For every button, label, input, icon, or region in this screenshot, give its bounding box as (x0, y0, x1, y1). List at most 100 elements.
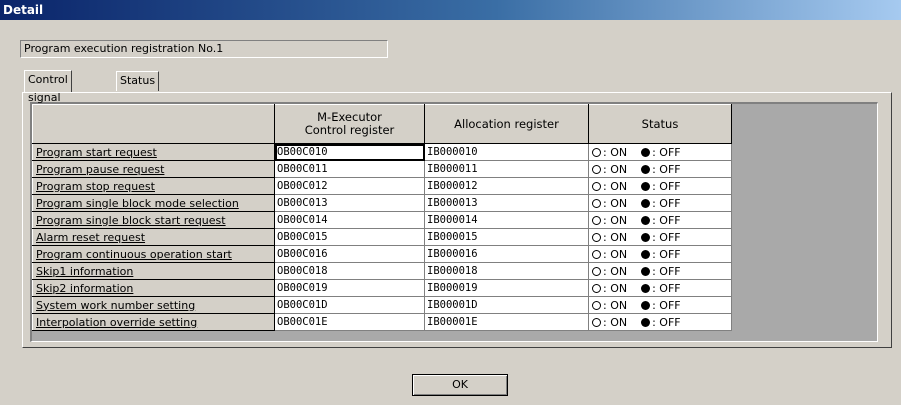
status-on-text: : ON (603, 247, 628, 261)
row-label: Program pause request (36, 162, 165, 176)
status-off-text: : OFF (652, 179, 681, 193)
row-label: Program stop request (36, 179, 155, 193)
status-cell: : ON : OFF (588, 296, 732, 314)
table-row: Interpolation override setting OB00C01E IB… (32, 313, 732, 331)
allocation-register-cell[interactable]: IB000019 (424, 279, 589, 297)
row-label: Program single block start request (36, 213, 226, 227)
table-row: Program single block mode selection OB00C… (32, 194, 732, 212)
allocation-register-cell[interactable]: IB00001D (424, 296, 589, 314)
mexecutor-register-cell[interactable]: OB00C012 (274, 177, 425, 195)
status-off-text: : OFF (652, 145, 681, 159)
on-circle-icon (592, 300, 601, 310)
allocation-register-cell[interactable]: IB000016 (424, 245, 589, 263)
status-cell: : ON: OFF (588, 194, 732, 212)
status-on-text: : ON (603, 196, 628, 210)
allocation-register-cell[interactable]: IB000013 (424, 194, 589, 212)
allocation-register-cell[interactable]: IB000014 (424, 211, 589, 229)
row-header: Program single block start request (32, 211, 275, 229)
on-circle-icon (592, 266, 601, 276)
column-header-mexecutor: M-Executor Control register (274, 104, 425, 144)
status-cell: : ON: OFF (588, 245, 732, 263)
window-title: Detail (3, 3, 44, 17)
status-on-text: : ON (603, 315, 628, 329)
status-on-text: : ON (603, 213, 628, 227)
allocation-register-cell[interactable]: IB000012 (424, 177, 589, 195)
on-circle-icon (592, 249, 601, 259)
off-dot-icon (641, 300, 651, 310)
on-circle-icon (592, 232, 601, 242)
mexecutor-register-cell[interactable]: OB00C014 (274, 211, 425, 229)
table-row: Skip1 information OB00C018 IB000018: ON: O… (32, 262, 732, 280)
status-on-text: : ON (603, 162, 628, 176)
on-circle-icon (592, 317, 601, 327)
status-cell: : ON : OFF (588, 143, 732, 161)
status-on-text: : ON (603, 179, 628, 193)
column-header-allocation: Allocation register (424, 104, 589, 144)
off-dot-icon (641, 198, 651, 208)
row-header: Skip1 information (32, 262, 275, 280)
mexecutor-register-cell[interactable]: OB00C018 (274, 262, 425, 280)
signal-table: M-Executor Control register Allocation r… (32, 104, 732, 331)
corner-header (32, 104, 275, 144)
status-cell: : ON: OFF (588, 262, 732, 280)
table-row: Alarm reset request OB00C015 IB000015: ON:… (32, 228, 732, 246)
row-label: Skip1 information (36, 264, 134, 278)
status-off-text: : OFF (652, 298, 681, 312)
on-circle-icon (592, 215, 601, 225)
status-cell: : ON: OFF (588, 279, 732, 297)
on-circle-icon (592, 283, 601, 293)
row-label: Skip2 information (36, 281, 134, 295)
mexecutor-register-cell[interactable]: OB00C019 (274, 279, 425, 297)
row-header: System work number setting (32, 296, 275, 314)
tab-control-signal[interactable]: Control signal (24, 70, 72, 104)
row-label: Alarm reset request (36, 230, 146, 244)
status-cell: : ON : OFF (588, 313, 732, 331)
off-dot-icon (641, 215, 651, 225)
table-row: Program continuous operation start OB00C0… (32, 245, 732, 263)
off-dot-icon (641, 181, 651, 191)
allocation-register-cell[interactable]: IB000018 (424, 262, 589, 280)
mexecutor-register-cell[interactable]: OB00C016 (274, 245, 425, 263)
tab-status[interactable]: Status (116, 71, 160, 91)
on-circle-icon (592, 147, 601, 157)
off-dot-icon (641, 147, 651, 157)
allocation-register-cell[interactable]: IB000011 (424, 160, 589, 178)
column-header-status: Status (588, 104, 732, 144)
mexecutor-register-cell[interactable]: OB00C01D (274, 296, 425, 314)
table-row: Program start request OB00C010 IB000010: O… (32, 143, 732, 161)
mexecutor-register-cell[interactable]: OB00C010 (274, 143, 425, 161)
row-label: System work number setting (36, 298, 196, 312)
mexecutor-register-cell[interactable]: OB00C011 (274, 160, 425, 178)
ok-button[interactable]: OK (412, 374, 508, 396)
mexecutor-header-line2: Control register (304, 123, 395, 137)
row-header: Program pause request (32, 160, 275, 178)
status-off-text: : OFF (652, 230, 681, 244)
row-header: Program start request (32, 143, 275, 161)
status-off-text: : OFF (652, 315, 681, 329)
row-label: Interpolation override setting (36, 315, 198, 329)
row-header: Program stop request (32, 177, 275, 195)
row-header: Program single block mode selection (32, 194, 275, 212)
mexecutor-register-cell[interactable]: OB00C013 (274, 194, 425, 212)
row-header: Interpolation override setting (32, 313, 275, 331)
status-on-text: : ON (603, 145, 628, 159)
status-off-text: : OFF (652, 213, 681, 227)
status-on-text: : ON (603, 298, 628, 312)
signal-grid: M-Executor Control register Allocation r… (30, 102, 878, 342)
registration-label: Program execution registration No.1 (20, 40, 388, 58)
title-bar: Detail (0, 0, 901, 20)
row-header: Alarm reset request (32, 228, 275, 246)
off-dot-icon (641, 317, 651, 327)
on-circle-icon (592, 198, 601, 208)
table-row: Program single block start request OB00C0… (32, 211, 732, 229)
allocation-register-cell[interactable]: IB00001E (424, 313, 589, 331)
status-off-text: : OFF (652, 264, 681, 278)
off-dot-icon (641, 164, 651, 174)
table-row: Program stop request OB00C012 IB000012 : ON… (32, 177, 732, 195)
allocation-register-cell[interactable]: IB000015 (424, 228, 589, 246)
mexecutor-register-cell[interactable]: OB00C015 (274, 228, 425, 246)
mexecutor-register-cell[interactable]: OB00C01E (274, 313, 425, 331)
allocation-register-cell[interactable]: IB000010 (424, 143, 589, 161)
row-header: Skip2 information (32, 279, 275, 297)
row-label: Program start request (36, 145, 157, 159)
